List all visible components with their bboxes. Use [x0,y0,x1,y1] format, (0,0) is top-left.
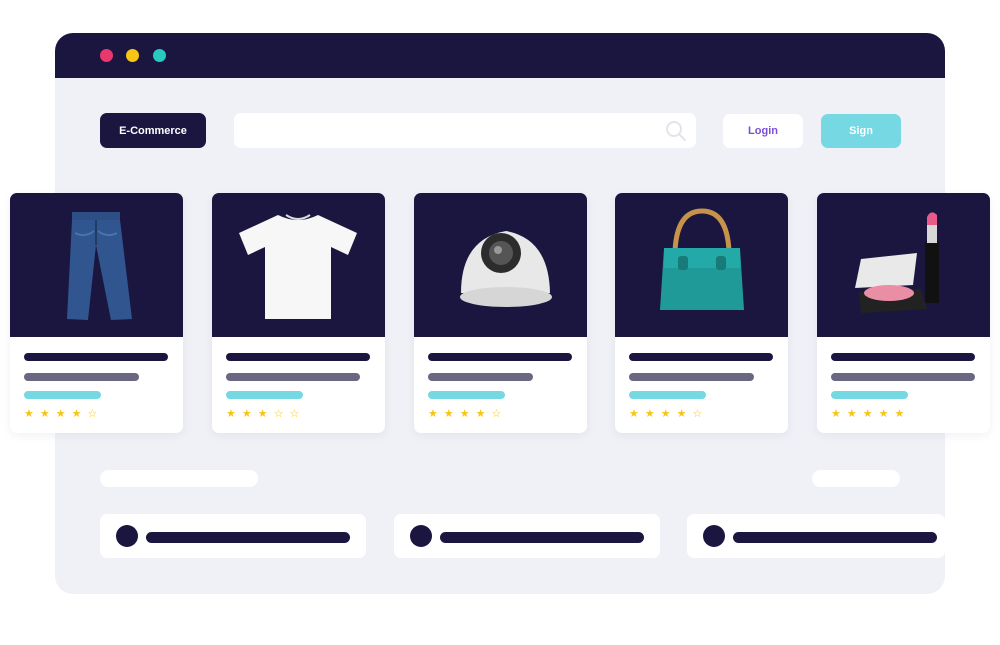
star-icon: ★ [24,408,40,420]
product-title-line [831,353,975,361]
star-icon: ★ [226,408,242,420]
minimize-dot[interactable] [126,49,139,62]
product-desc-line [831,373,975,381]
handbag-icon [660,208,744,310]
search-icon[interactable] [664,119,688,143]
star-icon: ★ [660,408,677,420]
jeans-icon [67,212,132,320]
tshirt-icon [239,214,357,319]
star-empty-icon: ☆ [273,408,290,420]
star-empty-icon: ☆ [289,408,306,420]
section-title-placeholder [100,470,258,487]
product-image [10,193,183,337]
product-card[interactable]: ★★★★☆ [10,193,183,433]
star-icon: ★ [443,408,460,420]
product-card[interactable]: ★★★★☆ [615,193,788,433]
star-empty-icon: ☆ [491,408,508,420]
product-title-line [428,353,572,361]
title-bar [55,33,945,78]
product-desc-line [629,373,754,381]
star-rating: ★★★★★ [831,407,910,420]
star-rating: ★★★★☆ [629,407,708,420]
avatar [410,525,432,547]
avatar [116,525,138,547]
product-title-line [24,353,168,361]
product-card[interactable]: ★★★★★ [817,193,990,433]
product-image [414,193,587,337]
star-icon: ★ [644,408,661,420]
star-rating: ★★★☆☆ [226,407,305,420]
product-card[interactable]: ★★★☆☆ [212,193,385,433]
maximize-dot[interactable] [153,49,166,62]
product-image [817,193,990,337]
makeup-icon [855,212,939,313]
brand-button[interactable]: E-Commerce [100,113,206,148]
avatar [703,525,725,547]
see-all-placeholder[interactable] [812,470,900,487]
search-input[interactable] [234,113,696,148]
star-icon: ★ [459,408,476,420]
star-empty-icon: ☆ [692,408,709,420]
product-desc-line [428,373,533,381]
star-icon: ★ [878,408,895,420]
star-icon: ★ [676,408,693,420]
star-icon: ★ [846,408,863,420]
list-item[interactable] [687,514,945,558]
list-item[interactable] [394,514,660,558]
star-icon: ★ [862,408,879,420]
product-image [615,193,788,337]
star-icon: ★ [428,408,444,420]
star-icon: ★ [831,408,847,420]
product-image [212,193,385,337]
star-icon: ★ [55,408,72,420]
star-icon: ★ [71,408,88,420]
product-price-line [428,391,505,399]
product-desc-line [226,373,360,381]
sign-button[interactable]: Sign [821,114,901,148]
star-icon: ★ [257,408,274,420]
list-item[interactable] [100,514,366,558]
star-icon: ★ [894,408,911,420]
star-icon: ★ [475,408,492,420]
star-rating: ★★★★☆ [24,407,103,420]
product-title-line [226,353,370,361]
product-title-line [629,353,773,361]
star-icon: ★ [241,408,258,420]
product-price-line [831,391,908,399]
close-dot[interactable] [100,49,113,62]
list-item-line [733,532,937,543]
product-desc-line [24,373,139,381]
product-price-line [629,391,706,399]
star-icon: ★ [629,408,645,420]
camera-icon [460,231,552,307]
product-price-line [226,391,303,399]
star-empty-icon: ☆ [87,408,104,420]
list-item-line [146,532,350,543]
list-item-line [440,532,644,543]
star-rating: ★★★★☆ [428,407,507,420]
product-card[interactable]: ★★★★☆ [414,193,587,433]
login-button[interactable]: Login [723,114,803,148]
star-icon: ★ [39,408,56,420]
product-price-line [24,391,101,399]
